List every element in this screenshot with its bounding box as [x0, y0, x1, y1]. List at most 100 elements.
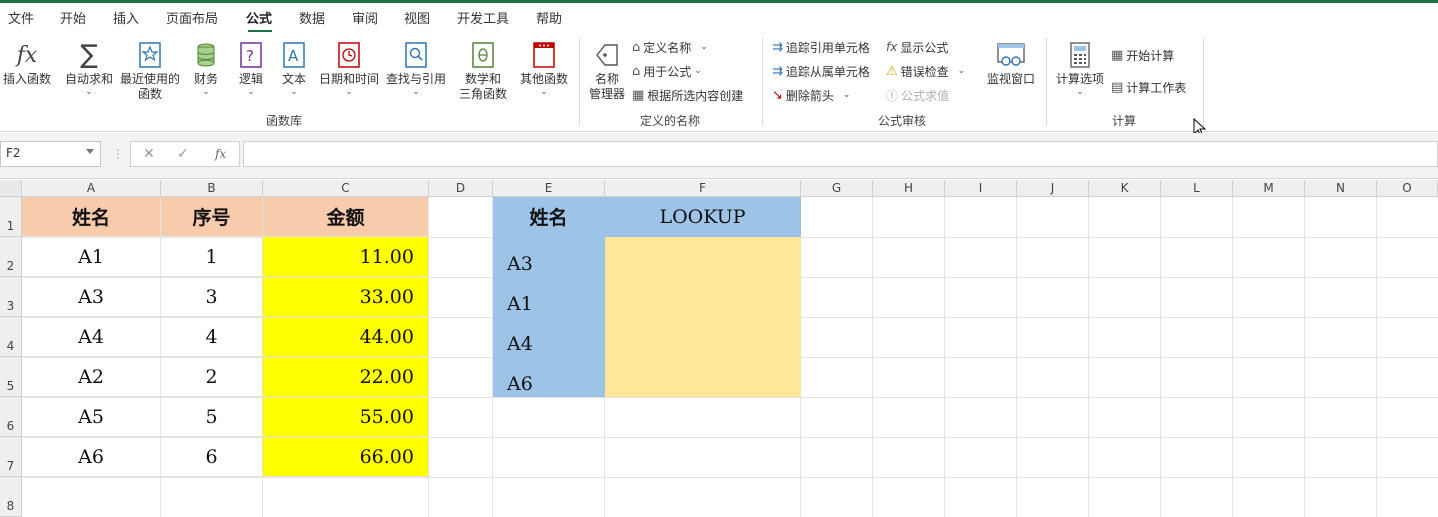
insert-function-icon[interactable]: fx	[215, 147, 226, 161]
cell-a7[interactable]: A6	[22, 437, 161, 477]
insert-function-button[interactable]: fx 插入函数	[2, 38, 52, 87]
glasses-window-icon	[996, 38, 1026, 72]
column-header-m[interactable]: M	[1233, 180, 1305, 197]
column-header-j[interactable]: J	[1017, 180, 1089, 197]
cell-b2[interactable]: 1	[161, 237, 263, 277]
tab-file[interactable]: 文件	[8, 8, 34, 27]
name-box[interactable]: F2	[0, 141, 101, 167]
tab-data[interactable]: 数据	[299, 8, 325, 27]
error-checking-label: 错误检查	[900, 64, 949, 79]
tab-formulas[interactable]: 公式	[246, 8, 272, 27]
calculate-now-button[interactable]: ▦ 开始计算	[1111, 45, 1174, 65]
row-header-5[interactable]: 5	[0, 357, 22, 397]
column-header-a[interactable]: A	[22, 180, 161, 197]
cell-c2[interactable]: 11.00	[263, 237, 429, 277]
row-header-1[interactable]: 1	[0, 197, 22, 237]
row-header-4[interactable]: 4	[0, 317, 22, 357]
cell-c5[interactable]: 22.00	[263, 357, 429, 397]
math-trig-button[interactable]: 数学和 三角函数	[452, 38, 514, 102]
tab-help[interactable]: 帮助	[536, 8, 562, 27]
watch-window-button[interactable]: 监视窗口	[985, 38, 1037, 87]
cell-a5[interactable]: A2	[22, 357, 161, 397]
row-header-7[interactable]: 7	[0, 437, 22, 477]
tab-developer[interactable]: 开发工具	[457, 8, 509, 27]
column-header-d[interactable]: D	[429, 180, 493, 197]
autosum-button[interactable]: ∑ 自动求和 ⌄	[63, 38, 115, 98]
cell-b4[interactable]: 4	[161, 317, 263, 357]
cell-e2[interactable]: A3	[493, 237, 605, 277]
tab-insert[interactable]: 插入	[113, 8, 139, 27]
chevron-down-icon[interactable]	[86, 149, 94, 154]
column-header-h[interactable]: H	[873, 180, 945, 197]
cell-b5[interactable]: 2	[161, 357, 263, 397]
cancel-icon[interactable]: ✕	[143, 146, 155, 162]
column-header-k[interactable]: K	[1089, 180, 1161, 197]
use-in-formula-button[interactable]: ⌂ 用于公式 ⌄	[632, 61, 702, 81]
column-header-o[interactable]: O	[1377, 180, 1438, 197]
name-manager-button[interactable]: 名称 管理器	[586, 38, 628, 102]
tab-review[interactable]: 审阅	[352, 8, 378, 27]
cell-f1[interactable]: LOOKUP	[605, 197, 801, 237]
row-header-2[interactable]: 2	[0, 237, 22, 277]
column-header-b[interactable]: B	[161, 180, 263, 197]
lookup-reference-button[interactable]: 查找与引用 ⌄	[385, 38, 447, 97]
column-header-n[interactable]: N	[1305, 180, 1377, 197]
cell-b3[interactable]: 3	[161, 277, 263, 317]
tab-view[interactable]: 视图	[404, 8, 430, 27]
row-header-3[interactable]: 3	[0, 277, 22, 317]
text-button[interactable]: A 文本 ⌄	[279, 38, 309, 97]
define-name-button[interactable]: ⌂ 定义名称 ⌄	[632, 37, 708, 57]
select-all-corner[interactable]	[0, 180, 22, 197]
cell-b6[interactable]: 5	[161, 397, 263, 437]
cell-e4[interactable]: A4	[493, 317, 605, 357]
show-formulas-label: 显示公式	[900, 40, 949, 55]
tab-page-layout[interactable]: 页面布局	[166, 8, 218, 27]
evaluate-formula-button[interactable]: ⓕ 公式求值	[886, 85, 949, 105]
column-header-c[interactable]: C	[263, 180, 429, 197]
column-header-g[interactable]: G	[801, 180, 873, 197]
drag-handle-icon[interactable]: ⋮	[112, 147, 124, 161]
recently-used-button[interactable]: 最近使用的 函数	[119, 38, 181, 102]
formula-input[interactable]	[243, 141, 1438, 167]
cell-c6[interactable]: 55.00	[263, 397, 429, 437]
cell-a6[interactable]: A5	[22, 397, 161, 437]
lookup-result-area[interactable]	[605, 237, 801, 397]
cell-c3[interactable]: 33.00	[263, 277, 429, 317]
row-header-6[interactable]: 6	[0, 397, 22, 437]
calculation-options-button[interactable]: 计算选项 ⌄	[1054, 38, 1106, 97]
cell-e5[interactable]: A6	[493, 357, 605, 397]
error-checking-button[interactable]: ⚠ 错误检查 ⌄	[886, 61, 965, 81]
cell-c7[interactable]: 66.00	[263, 437, 429, 477]
show-formulas-button[interactable]: fx 显示公式	[886, 37, 948, 57]
column-header-e[interactable]: E	[493, 180, 605, 197]
calculate-sheet-button[interactable]: ▤ 计算工作表	[1111, 77, 1186, 97]
trace-precedents-button[interactable]: ⇉ 追踪引用单元格	[772, 37, 870, 57]
cell-a1[interactable]: 姓名	[22, 197, 161, 237]
cell-a2[interactable]: A1	[22, 237, 161, 277]
datetime-button[interactable]: 日期和时间 ⌄	[318, 38, 380, 97]
worksheet-grid[interactable]: A B C D E F G H I J K L M N O 1 2 3 4 5 …	[0, 180, 1438, 517]
cell-b7[interactable]: 6	[161, 437, 263, 477]
cell-e3[interactable]: A1	[493, 277, 605, 317]
more-functions-button[interactable]: 其他函数 ⌄	[517, 38, 571, 97]
cell-a4[interactable]: A4	[22, 317, 161, 357]
row-header-8[interactable]: 8	[0, 477, 22, 517]
tab-home[interactable]: 开始	[60, 8, 86, 27]
chevron-down-icon: ⌄	[1076, 87, 1084, 97]
logical-button[interactable]: ? 逻辑 ⌄	[235, 38, 267, 97]
enter-check-icon[interactable]: ✓	[177, 146, 189, 162]
column-header-i[interactable]: I	[945, 180, 1017, 197]
column-header-f[interactable]: F	[605, 180, 801, 197]
cell-e1[interactable]: 姓名	[493, 197, 605, 237]
cell-c1[interactable]: 金额	[263, 197, 429, 237]
name-manager-label-1: 名称	[594, 72, 619, 86]
column-header-l[interactable]: L	[1161, 180, 1233, 197]
name-manager-label-2: 管理器	[588, 87, 625, 101]
remove-arrows-button[interactable]: ↘ 删除箭头 ⌄	[772, 85, 850, 105]
financial-button[interactable]: 财务 ⌄	[190, 38, 222, 97]
create-from-selection-button[interactable]: ▦ 根据所选内容创建	[632, 85, 743, 105]
cell-c4[interactable]: 44.00	[263, 317, 429, 357]
cell-b1[interactable]: 序号	[161, 197, 263, 237]
cell-a3[interactable]: A3	[22, 277, 161, 317]
trace-dependents-button[interactable]: ⇉ 追踪从属单元格	[772, 61, 870, 81]
